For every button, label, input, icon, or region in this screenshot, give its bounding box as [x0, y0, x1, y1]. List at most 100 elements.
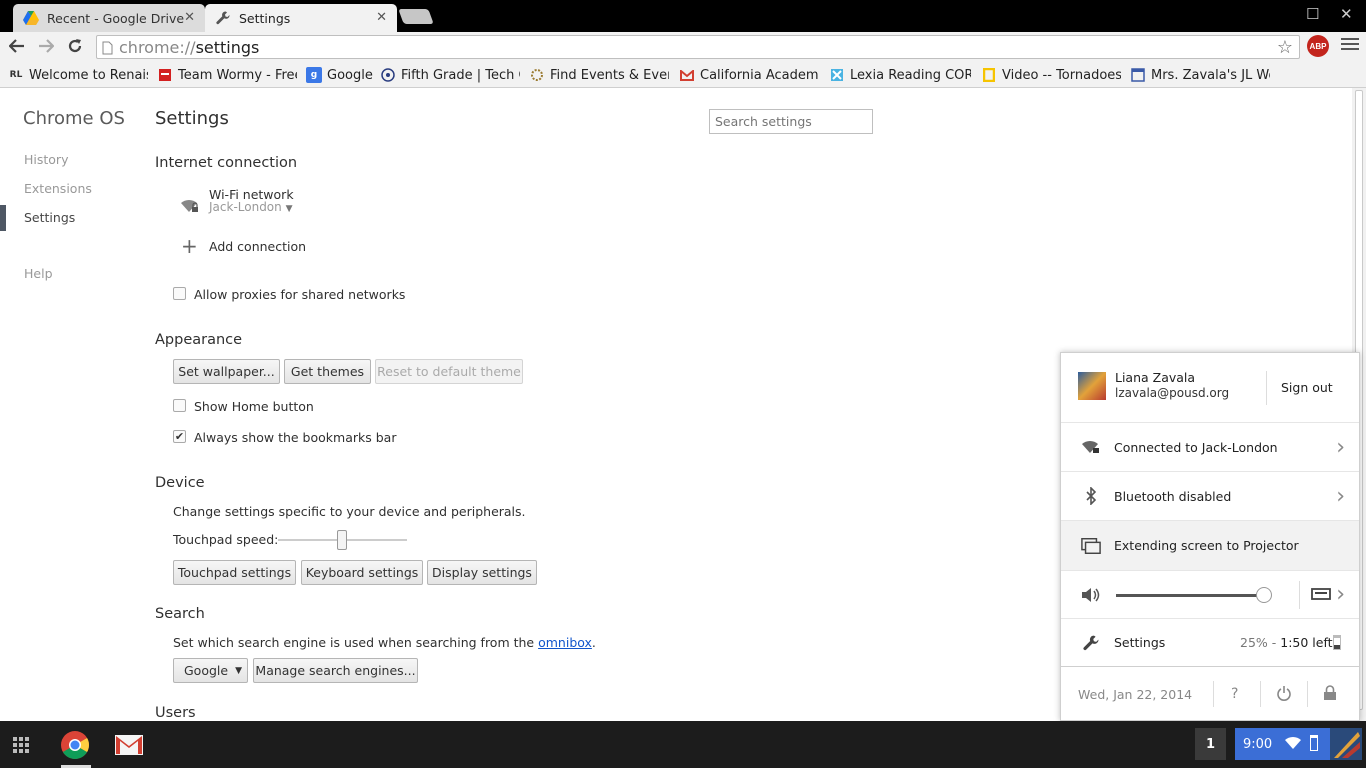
get-themes-button[interactable]: Get themes	[284, 359, 371, 384]
help-icon[interactable]: ?	[1231, 686, 1238, 702]
gmail-icon[interactable]	[112, 728, 146, 762]
sidebar-item-help[interactable]: Help	[24, 266, 53, 281]
volume-slider-track[interactable]	[1116, 594, 1266, 597]
omnibox-link[interactable]: omnibox	[538, 635, 592, 650]
touchpad-settings-button[interactable]: Touchpad settings	[173, 560, 296, 585]
page-title: Settings	[155, 108, 229, 129]
avatar[interactable]	[1330, 728, 1362, 760]
tray-display-row[interactable]: Extending screen to Projector	[1061, 521, 1359, 571]
sidebar-title: Chrome OS	[23, 108, 125, 129]
volume-slider-handle[interactable]	[1256, 587, 1272, 603]
tab-settings[interactable]: Settings ✕	[205, 4, 397, 32]
show-bookmarks-checkbox[interactable]: ✔	[173, 430, 186, 443]
events-icon	[529, 67, 545, 83]
allow-proxies-checkbox[interactable]	[173, 287, 186, 300]
wifi-locked-icon	[180, 198, 200, 218]
section-internet-title: Internet connection	[155, 155, 298, 171]
bluetooth-status: Bluetooth disabled	[1114, 488, 1232, 504]
plus-icon: +	[181, 234, 198, 258]
sidebar-item-settings[interactable]: Settings	[24, 210, 75, 225]
status-area[interactable]: 9:00	[1235, 728, 1335, 760]
app-launcher-icon[interactable]	[4, 728, 38, 762]
divider	[1260, 681, 1261, 707]
chevron-right-icon: ›	[1336, 434, 1345, 460]
device-description: Change settings specific to your device …	[173, 504, 526, 519]
bookmark-item[interactable]: RL Welcome to Renaissa	[8, 65, 148, 85]
bookmark-item[interactable]: g Google	[306, 65, 378, 85]
reload-icon[interactable]	[65, 36, 85, 56]
renaissance-icon: RL	[9, 70, 23, 80]
bookmark-item[interactable]: Find Events & Events	[529, 65, 669, 85]
bookmark-item[interactable]: Fifth Grade | Tech Cl	[380, 65, 520, 85]
display-settings-button[interactable]: Display settings	[427, 560, 537, 585]
bookmark-item[interactable]: Team Wormy - Free F	[157, 65, 297, 85]
search-description: Set which search engine is used when sea…	[173, 635, 596, 650]
forward-icon[interactable]	[36, 36, 56, 56]
tray-wifi-row[interactable]: Connected to Jack-London ›	[1061, 423, 1359, 472]
maximize-icon[interactable]: ☐	[1306, 5, 1319, 23]
google-icon: g	[306, 67, 322, 83]
bookmarks-bar: RL Welcome to Renaissa Team Wormy - Free…	[0, 61, 1366, 88]
divider	[1266, 371, 1267, 405]
tray-bluetooth-row[interactable]: Bluetooth disabled ›	[1061, 472, 1359, 521]
keyboard-settings-button[interactable]: Keyboard settings	[301, 560, 423, 585]
omnibox[interactable]: chrome://settings ☆	[96, 35, 1300, 59]
page-icon	[1130, 67, 1146, 83]
workspace-indicator[interactable]: 1	[1195, 728, 1226, 760]
close-icon[interactable]: ✕	[376, 10, 387, 25]
back-icon[interactable]	[7, 36, 27, 56]
manage-search-engines-button[interactable]: Manage search engines...	[253, 658, 418, 683]
user-name: Liana Zavala	[1115, 370, 1196, 385]
allow-proxies-label: Allow proxies for shared networks	[194, 287, 406, 302]
bookmark-item[interactable]: Video -- Tornadoes 10	[981, 65, 1121, 85]
avatar	[1078, 372, 1106, 400]
url-path: settings	[195, 37, 260, 57]
show-home-label: Show Home button	[194, 399, 314, 414]
sign-out-button[interactable]: Sign out	[1281, 380, 1333, 395]
sidebar-item-extensions[interactable]: Extensions	[24, 181, 92, 196]
add-connection-link[interactable]: Add connection	[209, 239, 306, 254]
show-home-checkbox[interactable]	[173, 399, 186, 412]
chevron-right-icon[interactable]: ›	[1336, 582, 1345, 607]
network-name[interactable]: Jack-London ▼	[209, 200, 293, 214]
display-status: Extending screen to Projector	[1114, 538, 1299, 553]
shelf: 1 9:00	[0, 721, 1366, 768]
bookmark-item[interactable]: Lexia Reading CORE5	[829, 65, 971, 85]
new-tab-button[interactable]	[398, 9, 434, 24]
bookmark-star-icon[interactable]: ☆	[1277, 37, 1293, 58]
page-icon	[102, 40, 113, 59]
show-bookmarks-label: Always show the bookmarks bar	[194, 430, 397, 445]
power-icon[interactable]	[1276, 685, 1292, 705]
tab-title: Settings	[239, 10, 291, 26]
wrench-icon	[215, 10, 231, 26]
bookmark-item[interactable]: Mrs. Zavala's JL Wolv	[1130, 65, 1270, 85]
search-engine-select[interactable]: Google ▼	[173, 658, 248, 683]
volume-icon[interactable]	[1081, 585, 1101, 605]
touchpad-speed-label: Touchpad speed:	[173, 532, 279, 547]
chrome-icon[interactable]	[58, 728, 92, 762]
touchpad-speed-slider-handle[interactable]	[337, 530, 347, 550]
checkmark-icon: ✔	[174, 430, 185, 443]
display-extend-icon	[1081, 536, 1101, 556]
toolbar: chrome://settings ☆ ABP	[0, 32, 1366, 61]
wifi-locked-icon	[1081, 437, 1101, 457]
chevron-right-icon: ›	[1336, 483, 1345, 509]
close-icon[interactable]: ✕	[184, 10, 195, 25]
chrome-menu-icon[interactable]	[1341, 38, 1359, 53]
close-window-icon[interactable]: ✕	[1340, 5, 1353, 23]
adblock-plus-icon[interactable]: ABP	[1307, 35, 1329, 57]
reset-theme-button[interactable]: Reset to default theme	[375, 359, 523, 384]
tray-volume-row: ›	[1061, 571, 1359, 619]
user-email: lzavala@pousd.org	[1115, 386, 1230, 400]
sidebar-item-history[interactable]: History	[24, 152, 68, 167]
bookmark-item[interactable]: California Academy c	[679, 65, 819, 85]
wormy-icon	[157, 67, 173, 83]
search-settings-input[interactable]	[709, 109, 873, 134]
tray-settings-row[interactable]: Settings 25% - 1:50 left	[1061, 619, 1359, 667]
date-label: Wed, Jan 22, 2014	[1078, 686, 1193, 702]
set-wallpaper-button[interactable]: Set wallpaper...	[173, 359, 280, 384]
tab-google-drive[interactable]: Recent - Google Drive ✕	[13, 4, 205, 32]
section-device-title: Device	[155, 475, 205, 491]
lock-icon[interactable]	[1323, 685, 1337, 705]
audio-output-icon[interactable]	[1311, 587, 1331, 605]
